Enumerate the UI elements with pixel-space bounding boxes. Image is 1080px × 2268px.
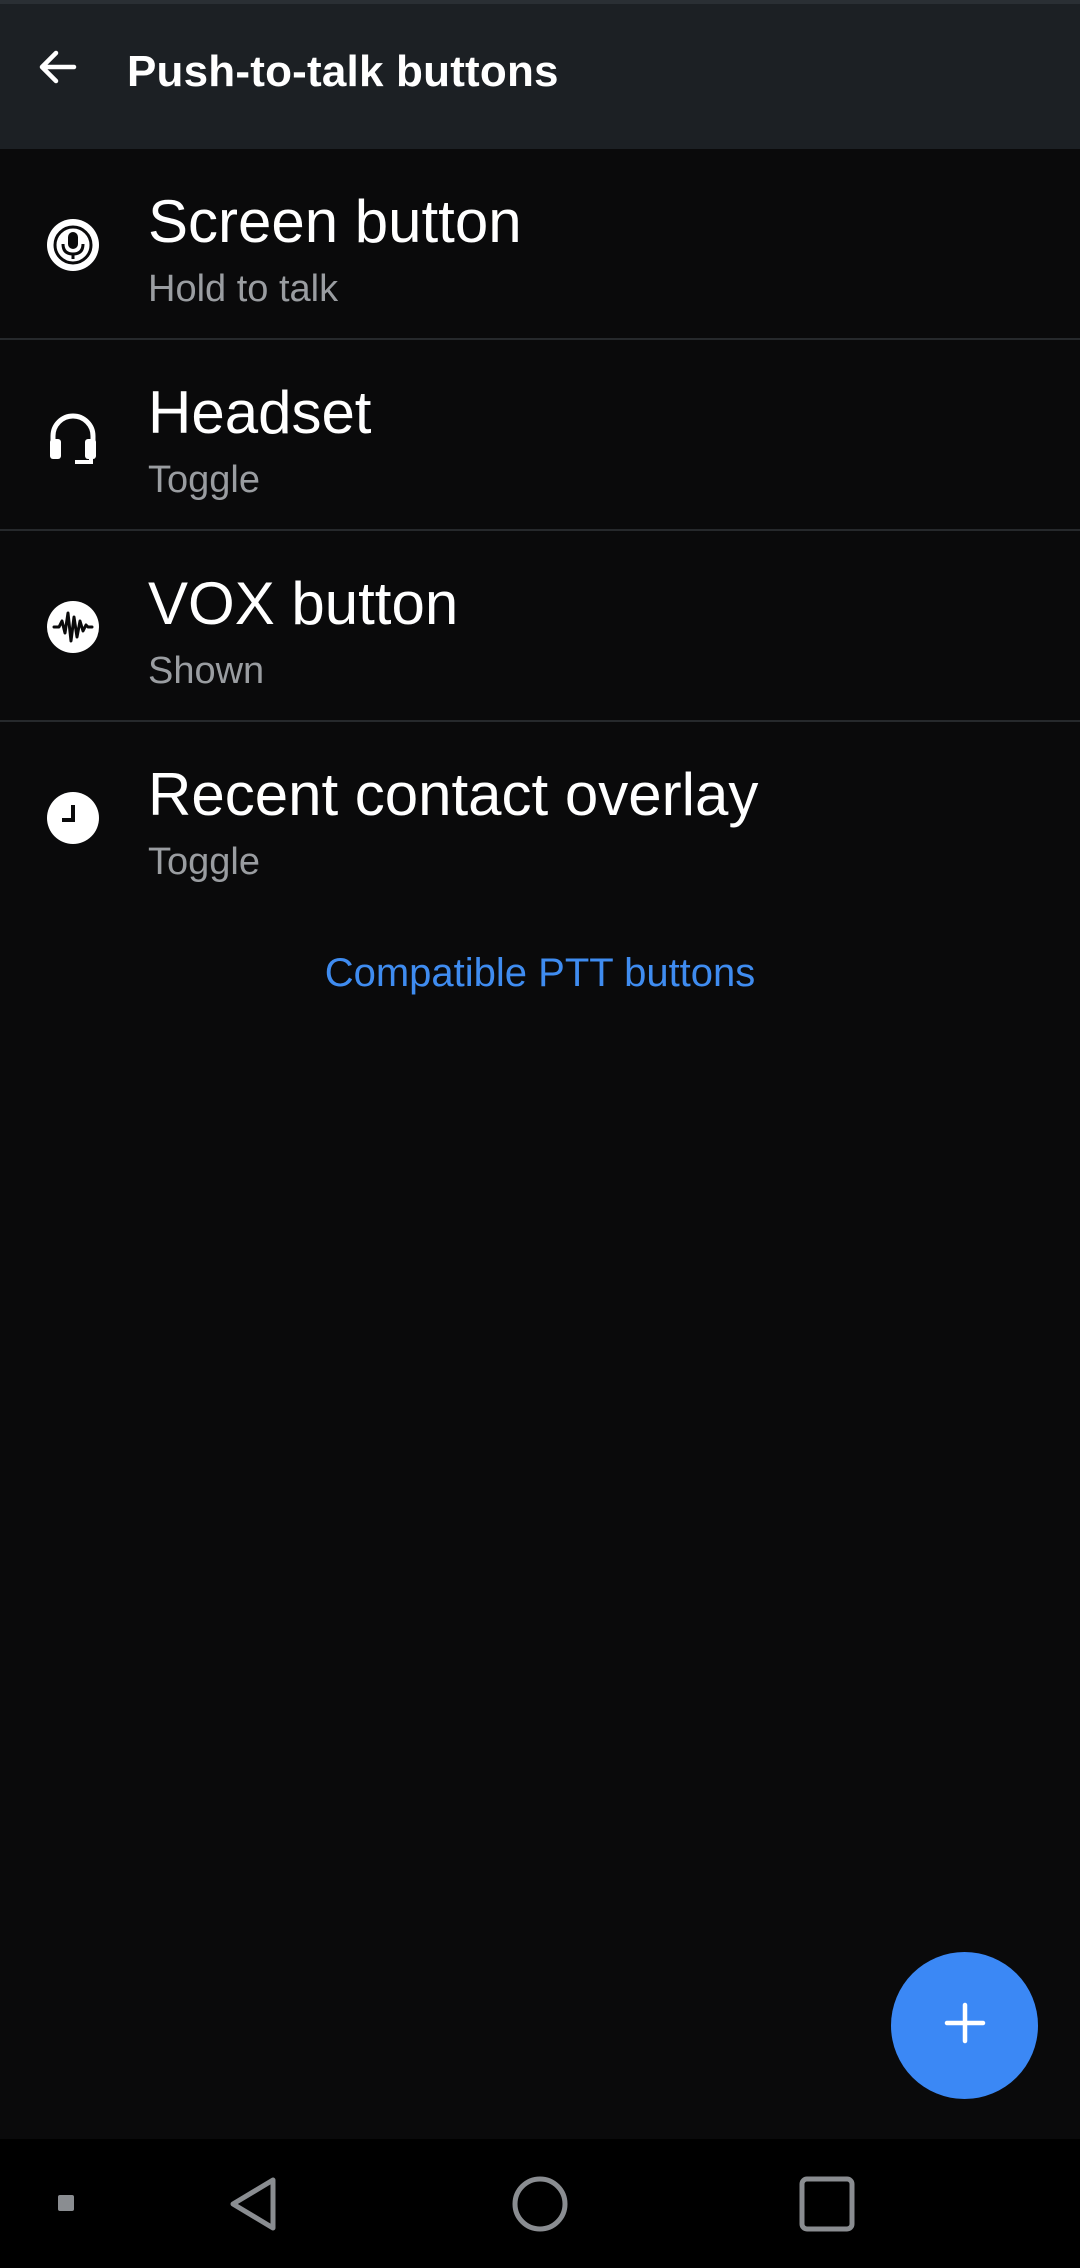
home-circle-icon[interactable]: [503, 2167, 577, 2241]
list-item-subtitle: Hold to talk: [148, 268, 339, 310]
app-bar: Push-to-talk buttons: [0, 4, 1080, 149]
compatible-ptt-buttons-link[interactable]: Compatible PTT buttons: [0, 953, 1080, 993]
arrow-back-icon: [34, 43, 82, 96]
page-title: Push-to-talk buttons: [127, 47, 559, 96]
list-item-subtitle: Shown: [148, 650, 265, 692]
dot-icon[interactable]: [46, 2177, 86, 2229]
ptt-button-list: Screen button Hold to talk Headset Toggl…: [0, 149, 1080, 913]
clock-icon: [45, 790, 101, 846]
list-item-title: Screen button: [148, 188, 522, 255]
list-item-title: Recent contact overlay: [148, 761, 759, 828]
list-item-screen-button[interactable]: Screen button Hold to talk: [0, 149, 1080, 340]
list-item-subtitle: Toggle: [148, 841, 260, 883]
list-item-title: Headset: [148, 379, 372, 446]
list-item-headset[interactable]: Headset Toggle: [0, 340, 1080, 531]
list-item-recent-contact-overlay[interactable]: Recent contact overlay Toggle: [0, 722, 1080, 913]
back-button[interactable]: [22, 33, 94, 105]
list-item-subtitle: Toggle: [148, 459, 260, 501]
push-to-talk-screen: Push-to-talk buttons Screen button Hold …: [0, 0, 1080, 2268]
back-triangle-icon[interactable]: [216, 2167, 290, 2241]
system-navigation-bar: [0, 2139, 1080, 2268]
add-button[interactable]: [891, 1952, 1038, 2099]
list-item-vox-button[interactable]: VOX button Shown: [0, 531, 1080, 722]
headset-icon: [45, 408, 101, 464]
waveform-icon: [45, 599, 101, 655]
recents-square-icon[interactable]: [790, 2167, 864, 2241]
list-item-title: VOX button: [148, 570, 459, 637]
mic-circle-icon: [45, 217, 101, 273]
plus-icon: [943, 2001, 987, 2050]
